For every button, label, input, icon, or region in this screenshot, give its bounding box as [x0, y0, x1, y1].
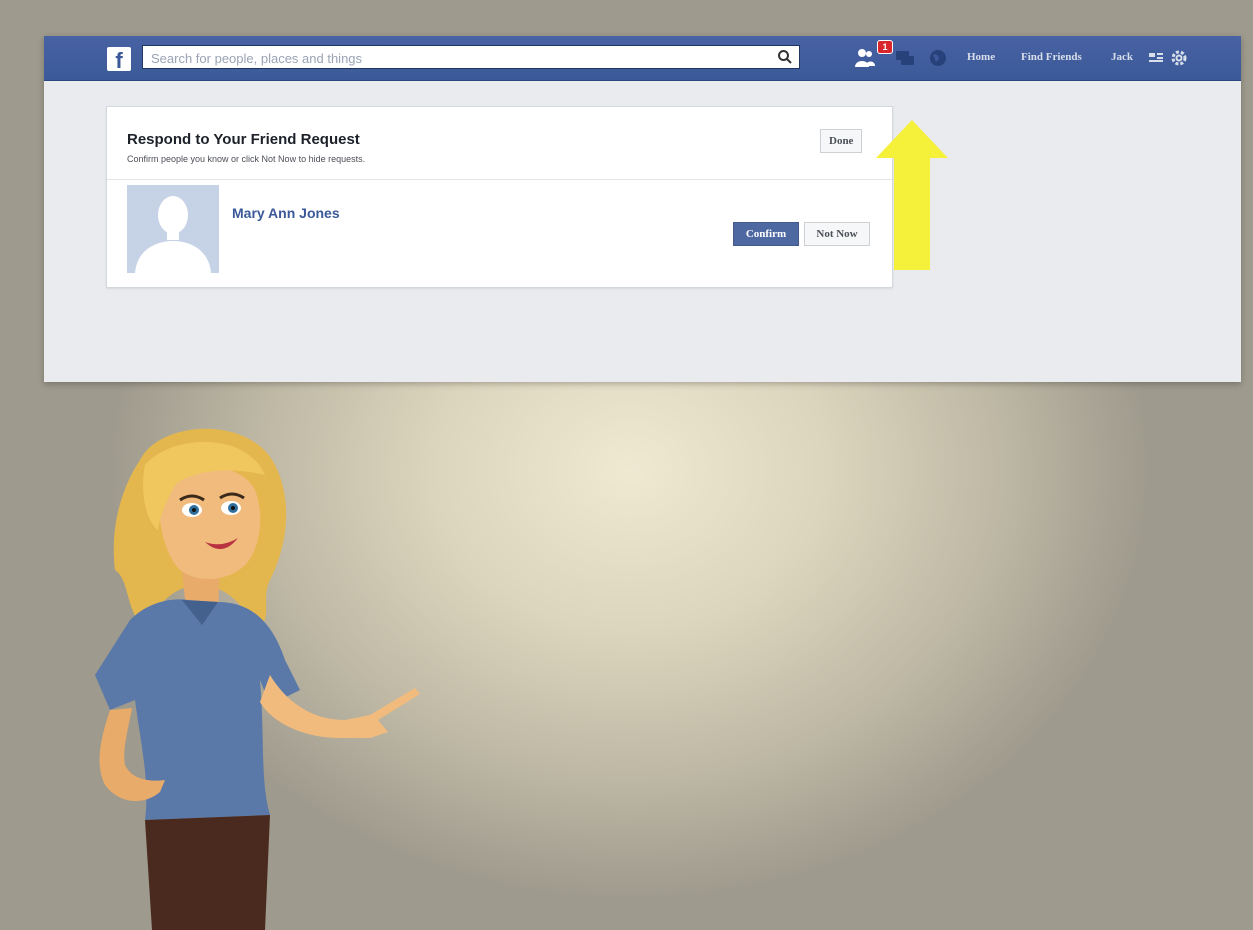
notifications-globe-icon[interactable] — [927, 47, 949, 69]
friend-request-badge: 1 — [877, 40, 893, 54]
friend-requests-icon[interactable] — [854, 47, 876, 69]
requester-name[interactable]: Mary Ann Jones — [232, 205, 340, 221]
avatar[interactable] — [127, 185, 219, 273]
slide-stage: f 1 Hom — [0, 0, 1253, 930]
card-subtitle: Confirm people you know or click Not Now… — [127, 154, 366, 164]
friend-request-card: Respond to Your Friend Request Confirm p… — [106, 106, 893, 288]
nav-link-find-friends[interactable]: Find Friends — [1021, 51, 1082, 63]
card-divider — [107, 179, 892, 180]
yellow-pointer-arrow — [876, 120, 948, 270]
search-icon[interactable] — [777, 49, 793, 65]
privacy-shortcuts-icon[interactable] — [1147, 49, 1165, 67]
done-button[interactable]: Done — [820, 129, 862, 153]
search-box — [142, 45, 800, 69]
default-profile-silhouette-icon — [127, 185, 219, 273]
nav-link-home[interactable]: Home — [967, 51, 995, 63]
search-input[interactable] — [149, 47, 773, 69]
top-navigation-bar: f 1 Hom — [44, 36, 1241, 81]
facebook-window: f 1 Hom — [44, 36, 1241, 382]
settings-gear-icon[interactable] — [1170, 49, 1188, 67]
cartoon-woman-pointing-illustration — [95, 428, 420, 930]
confirm-button[interactable]: Confirm — [733, 222, 799, 246]
card-title: Respond to Your Friend Request — [127, 131, 360, 148]
not-now-button[interactable]: Not Now — [804, 222, 870, 246]
nav-link-profile-jack[interactable]: Jack — [1111, 51, 1133, 63]
facebook-logo[interactable]: f — [107, 47, 131, 71]
messages-icon[interactable] — [894, 47, 916, 69]
